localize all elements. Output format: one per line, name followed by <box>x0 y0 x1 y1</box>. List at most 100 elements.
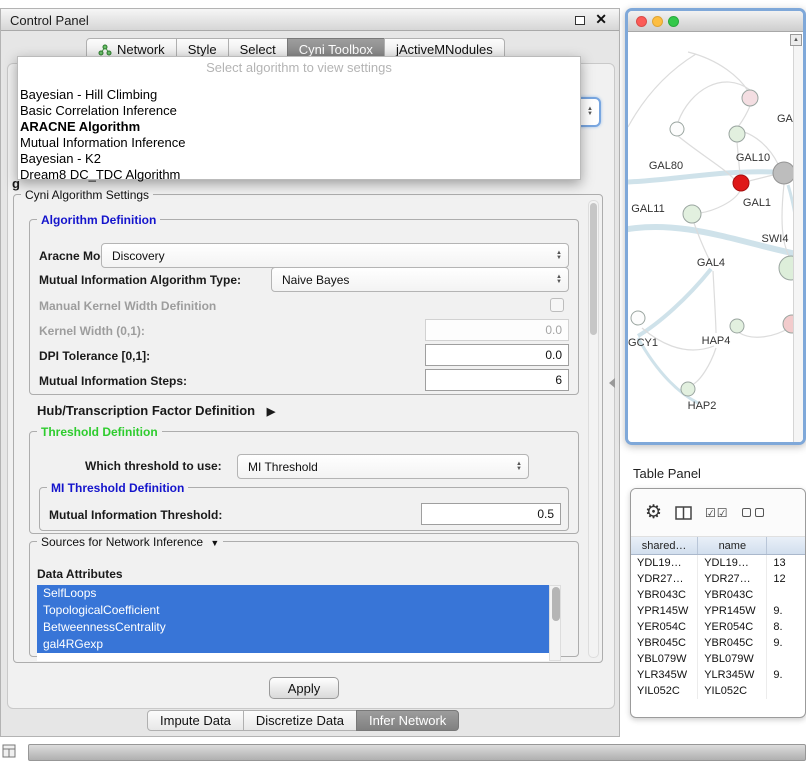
mi-threshold-field[interactable] <box>421 503 561 525</box>
mi-steps-field[interactable] <box>425 369 569 391</box>
manual-kernel-checkbox[interactable] <box>550 298 564 312</box>
attribute-item[interactable]: SelfLoops <box>37 585 549 602</box>
node-label: SWI4 <box>762 233 789 245</box>
hub-section-toggle[interactable]: Hub/Transcription Factor Definition ▶ <box>37 403 275 418</box>
sources-section-label: Sources for Network Inference <box>41 535 203 549</box>
network-window-titlebar[interactable] <box>628 11 803 32</box>
close-window-icon[interactable] <box>636 16 647 27</box>
mi-type-combobox[interactable]: Naive Bayes ▲▼ <box>271 267 569 292</box>
network-canvas[interactable]: GAL GAL80 GAL10 GAL11 GAL1 SWI4 GAL4 GCY… <box>628 32 803 442</box>
combo-stepper-icon: ▲▼ <box>556 251 562 261</box>
aracne-mode-value: Discovery <box>112 249 165 263</box>
split-collapse-handle[interactable] <box>609 378 615 388</box>
node-label: GCY1 <box>628 337 658 349</box>
combo-stepper-icon: ▲▼ <box>587 107 593 117</box>
node-label: GAL80 <box>649 160 683 172</box>
close-panel-icon[interactable]: ✕ <box>595 11 607 28</box>
cell: YIL052C <box>698 683 767 699</box>
network-graph: GAL GAL80 GAL10 GAL11 GAL1 SWI4 GAL4 GCY… <box>628 32 803 442</box>
cell: 8. <box>767 619 805 635</box>
control-panel-window: Control Panel ✕ Network Style Select <box>0 8 620 737</box>
dpi-tolerance-field[interactable] <box>425 344 569 366</box>
zoom-window-icon[interactable] <box>668 16 679 27</box>
table-panel-window: ⚙ ☑☑ shared… name YDL19… YDL19… 13 YDR27… <box>630 488 806 718</box>
bottom-tabbar: Impute Data Discretize Data Infer Networ… <box>148 710 459 731</box>
select-all-checks-icon[interactable]: ☑☑ <box>705 506 729 520</box>
table-panel-title: Table Panel <box>633 466 701 481</box>
network-node[interactable] <box>681 382 695 396</box>
network-node[interactable] <box>742 90 758 106</box>
network-node[interactable] <box>730 319 744 333</box>
cell: YIL052C <box>631 683 698 699</box>
tab-label: Style <box>188 42 217 57</box>
which-threshold-combobox[interactable]: MI Threshold ▲▼ <box>237 454 529 479</box>
cell: 9. <box>767 603 805 619</box>
network-node-red[interactable] <box>733 175 749 191</box>
cell: YPR145W <box>631 603 698 619</box>
cell: YLR345W <box>631 667 698 683</box>
minimize-window-icon[interactable] <box>652 16 663 27</box>
table-row[interactable]: YBL079W YBL079W <box>631 651 805 667</box>
attribute-list-scrollbar-thumb[interactable] <box>552 587 560 621</box>
column-header-extra[interactable] <box>767 537 805 554</box>
mi-type-value: Naive Bayes <box>282 273 349 287</box>
table-row[interactable]: YBR045C YBR045C 9. <box>631 635 805 651</box>
column-header-shared-name[interactable]: shared… <box>631 537 698 554</box>
dropdown-option[interactable]: Mutual Information Inference <box>20 135 578 151</box>
tab-label: Select <box>240 42 276 57</box>
attribute-item[interactable]: TopologicalCoefficient <box>37 602 549 619</box>
scrollbar-up-button[interactable]: ▲ <box>790 34 802 46</box>
table-row[interactable]: YER054C YER054C 8. <box>631 619 805 635</box>
gear-icon[interactable]: ⚙ <box>645 501 662 524</box>
network-node[interactable] <box>670 122 684 136</box>
dropdown-option[interactable]: Basic Correlation Inference <box>20 103 578 119</box>
table-row[interactable]: YLR345W YLR345W 9. <box>631 667 805 683</box>
tab-infer-network[interactable]: Infer Network <box>356 710 459 731</box>
network-node[interactable] <box>683 205 701 223</box>
collapsed-data-panel-bar[interactable] <box>28 744 806 761</box>
network-vertical-scrollbar[interactable] <box>793 46 803 442</box>
node-label: HAP2 <box>688 400 717 412</box>
column-header-name[interactable]: name <box>698 537 767 554</box>
cell: YDR27… <box>631 571 698 587</box>
table-body: YDL19… YDL19… 13 YDR27… YDR27… 12 YBR043… <box>631 555 805 699</box>
which-threshold-label: Which threshold to use: <box>85 459 222 473</box>
sources-section-toggle[interactable]: Sources for Network Inference ▼ <box>37 535 223 549</box>
table-row[interactable]: YBR043C YBR043C <box>631 587 805 603</box>
tab-discretize-data[interactable]: Discretize Data <box>243 710 357 731</box>
kernel-width-label: Kernel Width (0,1): <box>39 324 145 338</box>
column-manager-icon[interactable] <box>675 506 692 520</box>
dropdown-option[interactable]: Bayesian - Hill Climbing <box>20 87 578 103</box>
deselect-squares-icon[interactable] <box>742 504 764 522</box>
network-node[interactable] <box>631 311 645 325</box>
control-panel-titlebar[interactable]: Control Panel ✕ <box>1 9 619 31</box>
attribute-item[interactable]: gal4RGexp <box>37 636 549 653</box>
attribute-item[interactable]: BetweennessCentrality <box>37 619 549 636</box>
aracne-mode-combobox[interactable]: Discovery ▲▼ <box>101 243 569 268</box>
cell: YBL079W <box>631 651 698 667</box>
kernel-width-field[interactable] <box>425 319 569 341</box>
dropdown-option-selected[interactable]: ARACNE Algorithm <box>20 119 578 135</box>
network-icon <box>98 44 112 56</box>
table-row[interactable]: YDL19… YDL19… 13 <box>631 555 805 571</box>
attribute-list-scrollbar[interactable] <box>549 585 561 661</box>
settings-scrollbar-thumb[interactable] <box>590 203 597 335</box>
apply-button[interactable]: Apply <box>269 677 339 699</box>
tab-impute-data[interactable]: Impute Data <box>147 710 244 731</box>
node-label: GAL10 <box>736 152 770 164</box>
cell: 9. <box>767 667 805 683</box>
cell: YBL079W <box>698 651 767 667</box>
table-row[interactable]: YPR145W YPR145W 9. <box>631 603 805 619</box>
network-node[interactable] <box>729 126 745 142</box>
data-panel-icon[interactable] <box>2 744 16 758</box>
dropdown-option[interactable]: Dream8 DC_TDC Algorithm <box>20 167 578 183</box>
table-row[interactable]: YDR27… YDR27… 12 <box>631 571 805 587</box>
algorithm-dropdown-popup: Select algorithm to view settings Bayesi… <box>17 56 581 180</box>
float-window-icon[interactable] <box>575 16 585 25</box>
node-label: GAL1 <box>743 197 771 209</box>
node-label: GAL4 <box>697 257 725 269</box>
settings-scrollbar[interactable] <box>588 200 599 658</box>
dropdown-option[interactable]: Bayesian - K2 <box>20 151 578 167</box>
network-node-gray[interactable] <box>773 162 795 184</box>
table-row[interactable]: YIL052C YIL052C <box>631 683 805 699</box>
